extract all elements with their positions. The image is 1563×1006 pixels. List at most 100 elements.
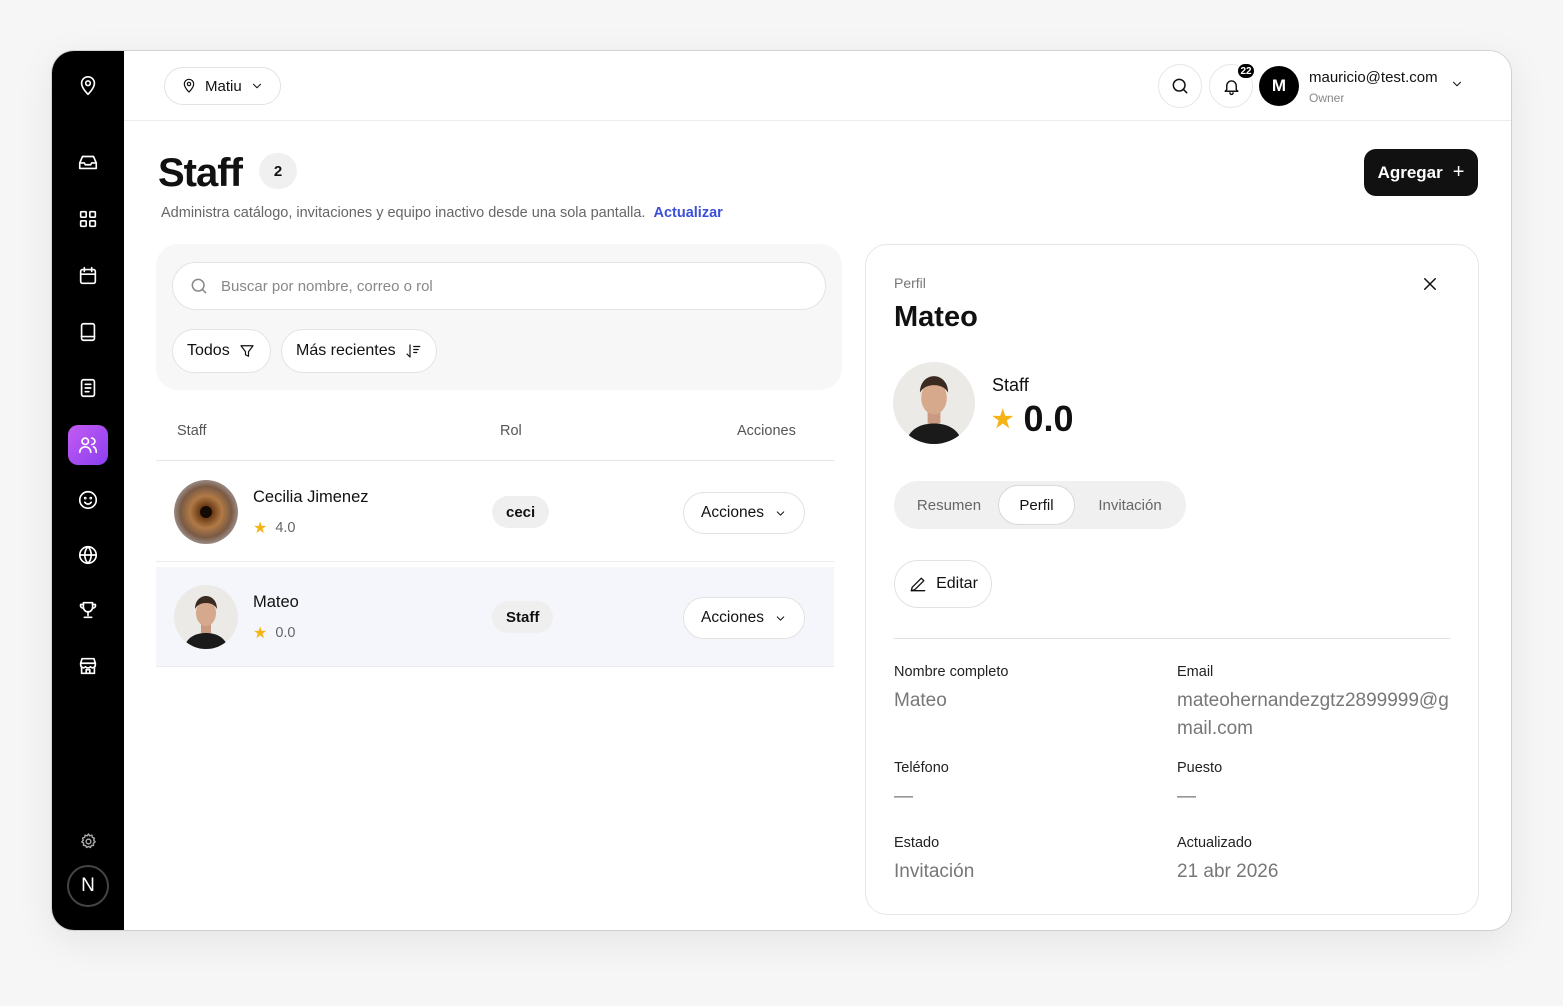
users-icon[interactable] <box>68 425 108 465</box>
staff-rating: ★ 0.0 <box>253 623 296 643</box>
actions-label: Acciones <box>701 504 764 521</box>
full-name-label: Nombre completo <box>894 664 1009 680</box>
column-header-acciones: Acciones <box>737 423 796 439</box>
panel-role: Staff <box>992 375 1029 395</box>
close-icon <box>1424 278 1436 290</box>
star-icon: ★ <box>253 625 268 642</box>
chevron-down-icon <box>252 83 261 89</box>
search-placeholder: Buscar por nombre, correo o rol <box>221 277 433 295</box>
location-selector[interactable]: Matiu <box>164 67 281 105</box>
user-role: Owner <box>1309 91 1345 105</box>
sort-filter-label: Más recientes <box>296 342 396 359</box>
grid-icon[interactable] <box>68 199 108 239</box>
staff-count-badge: 2 <box>259 153 297 189</box>
edit-button-label: Editar <box>936 575 978 592</box>
table-row[interactable]: Mateo ★ 0.0 Staff Acciones <box>156 567 834 667</box>
email-value: mateohernandezgtz2899999@g mail.com <box>1177 687 1467 743</box>
app-window: N Matiu 22 M mauricio@test.com Owner Sta… <box>52 51 1511 930</box>
panel-rating: ★ 0.0 <box>992 398 1074 440</box>
avatar <box>174 480 238 544</box>
phone-value: — <box>894 786 913 807</box>
location-pin-icon[interactable] <box>68 66 108 106</box>
notification-count-badge: 22 <box>1236 62 1256 80</box>
profile-tabs: Resumen Perfil Invitación <box>894 481 1186 529</box>
updated-label: Actualizado <box>1177 835 1252 851</box>
position-label: Puesto <box>1177 760 1223 776</box>
search-button[interactable] <box>1158 64 1202 108</box>
add-staff-button[interactable]: Agregar + <box>1364 149 1478 196</box>
divider <box>894 638 1450 639</box>
tab-resumen[interactable]: Resumen <box>898 485 1000 525</box>
user-email: mauricio@test.com <box>1309 69 1438 86</box>
refresh-link[interactable]: Actualizar <box>653 205 722 221</box>
status-filter-chip[interactable]: Todos <box>172 329 271 373</box>
rating-value: 4.0 <box>275 520 296 536</box>
book-icon[interactable] <box>68 312 108 352</box>
chevron-down-icon <box>776 615 785 621</box>
workspace-avatar[interactable]: N <box>67 865 109 907</box>
location-label: Matiu <box>205 77 242 95</box>
sort-icon <box>405 344 420 358</box>
star-icon: ★ <box>992 405 1014 433</box>
store-icon[interactable] <box>68 646 108 686</box>
document-icon[interactable] <box>68 368 108 408</box>
status-filter-label: Todos <box>187 342 230 359</box>
avatar <box>174 585 238 649</box>
notifications-button[interactable]: 22 <box>1209 62 1256 108</box>
settings-icon[interactable] <box>68 821 108 861</box>
location-pin-icon <box>183 78 195 93</box>
status-label: Estado <box>894 835 940 851</box>
updated-value: 21 abr 2026 <box>1177 861 1279 882</box>
plus-icon: + <box>1452 161 1465 183</box>
main-content: Matiu 22 M mauricio@test.com Owner Staff… <box>124 51 1511 930</box>
star-icon: ★ <box>253 520 268 537</box>
globe-icon[interactable] <box>68 535 108 575</box>
calendar-icon[interactable] <box>68 256 108 296</box>
sort-filter-chip[interactable]: Más recientes <box>281 329 437 373</box>
email-value-line2: mail.com <box>1177 718 1254 739</box>
pencil-icon <box>910 577 926 592</box>
search-icon <box>191 278 207 294</box>
column-header-rol: Rol <box>500 423 522 439</box>
chevron-down-icon <box>776 510 785 516</box>
smile-icon[interactable] <box>68 480 108 520</box>
email-label: Email <box>1177 664 1214 680</box>
avatar <box>893 362 975 444</box>
position-value: — <box>1177 786 1196 807</box>
staff-name: Mateo <box>253 593 299 611</box>
status-value: Invitación <box>894 861 975 882</box>
panel-label: Perfil <box>894 275 926 291</box>
trophy-icon[interactable] <box>68 590 108 630</box>
tab-perfil[interactable]: Perfil <box>998 485 1075 525</box>
search-input[interactable]: Buscar por nombre, correo o rol <box>172 262 826 310</box>
bell-icon <box>1223 79 1239 95</box>
table-header: Staff Rol Acciones <box>156 411 834 461</box>
phone-label: Teléfono <box>894 760 949 776</box>
tab-invitacion[interactable]: Invitación <box>1080 485 1180 525</box>
add-button-label: Agregar <box>1377 162 1443 182</box>
actions-dropdown[interactable]: Acciones <box>683 597 805 639</box>
actions-label: Acciones <box>701 609 764 626</box>
filter-card: Buscar por nombre, correo o rol Todos Má… <box>156 244 842 390</box>
inbox-icon[interactable] <box>68 142 108 182</box>
rating-value: 0.0 <box>275 625 296 641</box>
page-subtitle: Administra catálogo, invitaciones y equi… <box>161 205 723 221</box>
user-avatar[interactable]: M <box>1259 66 1299 106</box>
page-title: Staff <box>158 151 243 195</box>
profile-panel: Perfil Mateo Staff ★ 0.0 Resumen Perfil … <box>865 244 1479 915</box>
subtitle-text: Administra catálogo, invitaciones y equi… <box>161 205 646 221</box>
edit-button[interactable]: Editar <box>894 560 992 608</box>
table-row[interactable]: Cecilia Jimenez ★ 4.0 ceci Acciones <box>156 462 834 562</box>
close-button[interactable] <box>1421 275 1439 298</box>
role-badge: Staff <box>492 601 554 633</box>
column-header-staff: Staff <box>177 423 207 439</box>
user-menu-chevron[interactable] <box>1450 77 1464 96</box>
filter-icon <box>240 345 254 357</box>
full-name-value: Mateo <box>894 690 947 711</box>
staff-name: Cecilia Jimenez <box>253 488 369 506</box>
panel-rating-value: 0.0 <box>1023 398 1074 439</box>
email-value-line1: mateohernandezgtz2899999@g <box>1177 690 1449 711</box>
topbar: Matiu 22 M mauricio@test.com Owner <box>124 51 1511 121</box>
staff-rating: ★ 4.0 <box>253 518 296 538</box>
actions-dropdown[interactable]: Acciones <box>683 492 805 534</box>
